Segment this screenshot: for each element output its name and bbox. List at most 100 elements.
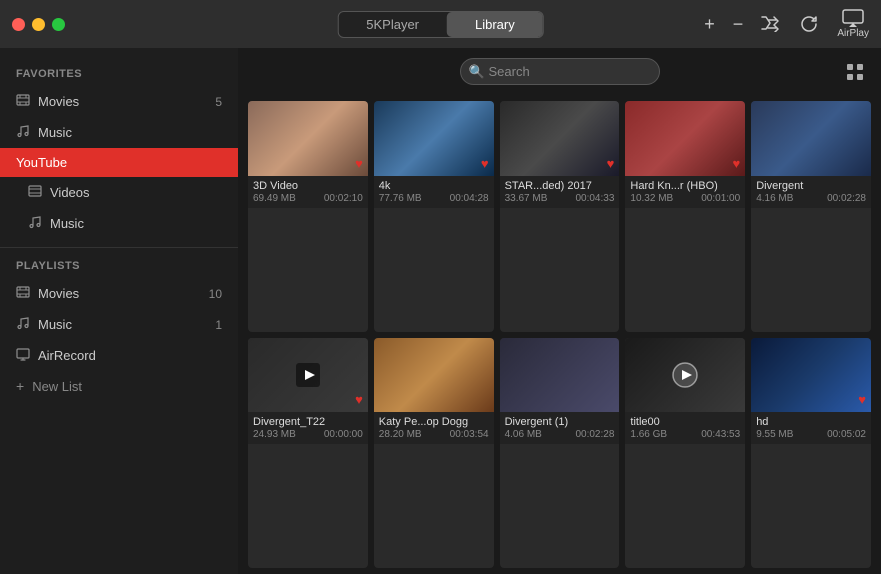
window-controls xyxy=(12,18,65,31)
airplay-button[interactable]: AirPlay xyxy=(837,9,869,39)
video-title: STAR...ded) 2017 xyxy=(505,180,615,192)
video-card-v1[interactable]: ♥ 3D Video 69.49 MB 00:02:10 xyxy=(248,101,368,332)
video-meta: 28.20 MB 00:03:54 xyxy=(379,429,489,440)
tab-5kplayer[interactable]: 5KPlayer xyxy=(338,12,447,37)
playlists-section-title: Playlists xyxy=(0,256,238,278)
sidebar-item-music[interactable]: Music xyxy=(0,117,238,148)
titlebar: 5KPlayer Library + − AirPlay xyxy=(0,0,881,48)
minus-button[interactable]: − xyxy=(733,14,744,35)
video-card-v8[interactable]: Divergent (1) 4.06 MB 00:02:28 xyxy=(500,338,620,569)
video-meta: 77.76 MB 00:04:28 xyxy=(379,193,489,204)
video-duration: 00:00:00 xyxy=(324,429,363,440)
sidebar-music3-count: 1 xyxy=(215,318,222,332)
video-duration: 00:01:00 xyxy=(701,193,740,204)
new-list-item[interactable]: + New List xyxy=(0,371,238,401)
video-title: Divergent xyxy=(756,180,866,192)
video-grid: ♥ 3D Video 69.49 MB 00:02:10 ♥ 4k 77.76 … xyxy=(238,95,881,574)
video-title: Divergent (1) xyxy=(505,416,615,428)
sidebar-videos-label: Videos xyxy=(50,185,90,200)
video-title: Katy Pe...op Dogg xyxy=(379,416,489,428)
video-thumbnail xyxy=(500,338,620,413)
video-info: STAR...ded) 2017 33.67 MB 00:04:33 xyxy=(500,176,620,208)
sidebar-item-airrecord[interactable]: AirRecord xyxy=(0,340,238,371)
video-thumbnail: ♥ xyxy=(374,101,494,176)
video-size: 9.55 MB xyxy=(756,429,793,440)
video-title: Hard Kn...r (HBO) xyxy=(630,180,740,192)
airplay-label: AirPlay xyxy=(837,28,869,39)
video-meta: 24.93 MB 00:00:00 xyxy=(253,429,363,440)
music-icon xyxy=(16,124,30,141)
movies2-icon xyxy=(16,285,30,302)
heart-icon: ♥ xyxy=(355,156,363,171)
video-thumbnail xyxy=(751,101,871,176)
main-layout: Favorites Movies 5 Music YouTube Videos xyxy=(0,48,881,574)
video-info: 3D Video 69.49 MB 00:02:10 xyxy=(248,176,368,208)
airrecord-icon xyxy=(16,347,30,364)
video-duration: 00:05:02 xyxy=(827,429,866,440)
tab-library[interactable]: Library xyxy=(447,12,543,37)
video-duration: 00:02:28 xyxy=(827,193,866,204)
video-info: hd 9.55 MB 00:05:02 xyxy=(751,412,871,444)
video-card-v2[interactable]: ♥ 4k 77.76 MB 00:04:28 xyxy=(374,101,494,332)
sidebar-youtube-label: YouTube xyxy=(16,155,67,170)
favorites-section-title: Favorites xyxy=(0,64,238,86)
video-duration: 00:43:53 xyxy=(701,429,740,440)
sidebar-music2-label: Music xyxy=(50,216,84,231)
titlebar-actions: + − AirPlay xyxy=(704,9,869,39)
video-card-v5[interactable]: Divergent 4.16 MB 00:02:28 xyxy=(751,101,871,332)
sidebar-movies2-count: 10 xyxy=(209,287,222,301)
video-duration: 00:04:28 xyxy=(450,193,489,204)
refresh-button[interactable] xyxy=(799,14,819,34)
video-size: 1.66 GB xyxy=(630,429,667,440)
new-list-plus-icon: + xyxy=(16,378,24,394)
heart-icon: ♥ xyxy=(858,392,866,407)
sidebar-item-music2[interactable]: Music xyxy=(0,208,238,239)
movies-icon xyxy=(16,93,30,110)
sidebar-item-music3[interactable]: Music 1 xyxy=(0,309,238,340)
video-info: Divergent_T22 24.93 MB 00:00:00 xyxy=(248,412,368,444)
video-thumbnail xyxy=(625,338,745,413)
video-title: 3D Video xyxy=(253,180,363,192)
video-thumbnail: ♥ xyxy=(248,101,368,176)
add-button[interactable]: + xyxy=(704,14,715,35)
video-size: 10.32 MB xyxy=(630,193,673,204)
grid-toggle-button[interactable] xyxy=(845,62,865,82)
sidebar-movies2-label: Movies xyxy=(38,286,79,301)
video-meta: 33.67 MB 00:04:33 xyxy=(505,193,615,204)
video-info: Divergent (1) 4.06 MB 00:02:28 xyxy=(500,412,620,444)
shuffle-button[interactable] xyxy=(761,16,781,32)
video-title: hd xyxy=(756,416,866,428)
divider1 xyxy=(0,247,238,248)
sidebar-item-movies[interactable]: Movies 5 xyxy=(0,86,238,117)
video-meta: 9.55 MB 00:05:02 xyxy=(756,429,866,440)
music2-icon xyxy=(28,215,42,232)
sidebar-item-youtube[interactable]: YouTube xyxy=(0,148,238,177)
video-size: 69.49 MB xyxy=(253,193,296,204)
video-info: Hard Kn...r (HBO) 10.32 MB 00:01:00 xyxy=(625,176,745,208)
video-card-v6[interactable]: ♥ Divergent_T22 24.93 MB 00:00:00 xyxy=(248,338,368,569)
sidebar-movies-count: 5 xyxy=(215,95,222,109)
video-info: title00 1.66 GB 00:43:53 xyxy=(625,412,745,444)
video-card-v4[interactable]: ♥ Hard Kn...r (HBO) 10.32 MB 00:01:00 xyxy=(625,101,745,332)
video-meta: 4.06 MB 00:02:28 xyxy=(505,429,615,440)
video-duration: 00:02:28 xyxy=(575,429,614,440)
video-card-v7[interactable]: Katy Pe...op Dogg 28.20 MB 00:03:54 xyxy=(374,338,494,569)
search-wrapper: 🔍 xyxy=(460,58,660,85)
video-thumbnail xyxy=(374,338,494,413)
video-meta: 10.32 MB 00:01:00 xyxy=(630,193,740,204)
close-button[interactable] xyxy=(12,18,25,31)
video-card-v10[interactable]: ♥ hd 9.55 MB 00:05:02 xyxy=(751,338,871,569)
search-input[interactable] xyxy=(460,58,660,85)
heart-icon: ♥ xyxy=(355,392,363,407)
search-icon: 🔍 xyxy=(469,64,485,80)
search-bar: 🔍 xyxy=(238,48,881,95)
sidebar-item-movies2[interactable]: Movies 10 xyxy=(0,278,238,309)
video-duration: 00:03:54 xyxy=(450,429,489,440)
video-card-v9[interactable]: title00 1.66 GB 00:43:53 xyxy=(625,338,745,569)
sidebar-music3-label: Music xyxy=(38,317,72,332)
maximize-button[interactable] xyxy=(52,18,65,31)
video-thumbnail: ♥ xyxy=(625,101,745,176)
sidebar-item-videos[interactable]: Videos xyxy=(0,177,238,208)
video-card-v3[interactable]: ♥ STAR...ded) 2017 33.67 MB 00:04:33 xyxy=(500,101,620,332)
minimize-button[interactable] xyxy=(32,18,45,31)
